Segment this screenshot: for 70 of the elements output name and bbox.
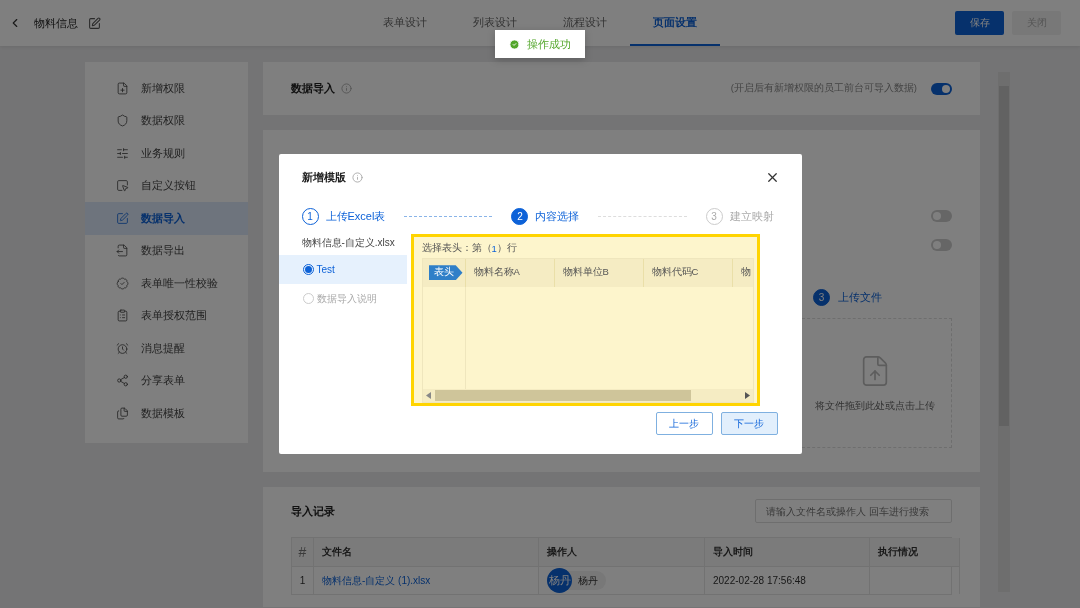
header-row-hint: 选择表头：第（1）行 — [421, 240, 518, 256]
info-icon — [341, 83, 352, 94]
step-number: 3 — [705, 207, 723, 225]
info-icon — [351, 171, 363, 183]
column-header: # — [292, 538, 314, 566]
toggle-switch[interactable] — [931, 82, 952, 95]
sidebar-item[interactable]: 消息提醒 — [85, 332, 248, 365]
pointer-icon — [116, 179, 129, 193]
horizontal-scrollbar[interactable] — [422, 389, 753, 402]
sidebar-item[interactable]: 业务规则 — [85, 137, 248, 170]
user-name: 杨丹 — [578, 573, 598, 588]
avatar: 杨丹 — [547, 568, 572, 593]
check-icon — [509, 38, 520, 50]
sidebar-item[interactable]: 新增权限 — [85, 72, 248, 105]
shield-icon — [116, 114, 129, 128]
sidebar-item[interactable]: 表单授权范围 — [85, 299, 248, 332]
step-number: 1 — [301, 207, 319, 225]
step-number: 2 — [511, 207, 529, 225]
file-name: 物料信息-自定义.xlsx — [300, 236, 396, 250]
tab[interactable]: 页面设置 — [630, 0, 720, 46]
sheet-option[interactable]: Test — [278, 255, 407, 284]
tab[interactable]: 表单设计 — [360, 0, 450, 46]
column-header: 物 — [732, 258, 753, 287]
table-cell: 2022-02-28 17:56:48 — [705, 566, 870, 594]
dialog-title: 新增模版 — [301, 169, 346, 185]
sidebar-item[interactable]: 表单唯一性校验 — [85, 267, 248, 300]
sidebar-item[interactable]: 数据导入 — [85, 202, 248, 235]
column-header: 物料代码C — [643, 258, 733, 287]
header-tag: 表头 — [428, 265, 463, 281]
step-label: 内容选择 — [535, 208, 580, 224]
sliders-icon — [116, 146, 129, 160]
scroll-left-icon[interactable] — [425, 392, 431, 399]
table-cell: 1 — [292, 566, 314, 594]
column-header: 物料单位B — [554, 258, 644, 287]
pen-square-icon — [116, 211, 129, 225]
column-header: 导入时间 — [705, 538, 870, 566]
step-label: 建立映射 — [729, 208, 774, 224]
scroll-right-icon[interactable] — [744, 392, 750, 399]
export-icon — [116, 244, 129, 258]
column-header: 操作人 — [539, 538, 705, 566]
badge-check-icon — [116, 276, 129, 290]
sidebar-item[interactable]: 数据权限 — [85, 104, 248, 137]
edit-icon[interactable] — [88, 16, 101, 30]
section-title: 导入记录 — [291, 503, 335, 519]
sidebar-item[interactable]: 分享表单 — [85, 364, 248, 397]
share-icon — [116, 374, 129, 388]
search-field[interactable]: 请输入文件名或操作人 回车进行搜索 — [755, 499, 952, 523]
previous-button[interactable]: 上一步 — [655, 412, 713, 435]
clipboard-icon — [116, 309, 129, 323]
section-title: 数据导入 — [291, 81, 335, 96]
next-button[interactable]: 下一步 — [720, 412, 778, 435]
step-number: 3 — [813, 289, 830, 306]
sidebar-item[interactable]: 自定义按钮 — [85, 169, 248, 202]
page-title: 物料信息 — [34, 15, 78, 31]
file-plus-icon — [116, 81, 129, 95]
alarm-clock-icon — [116, 341, 129, 355]
step-label: 上传文件 — [838, 290, 882, 305]
save-button[interactable]: 保存 — [955, 11, 1004, 35]
column-header: 物料名称A — [465, 258, 555, 287]
sidebar-item[interactable]: 数据模板 — [85, 397, 248, 430]
step-label: 上传Excel表 — [325, 208, 386, 224]
toggle-switch[interactable] — [931, 239, 952, 251]
file-link[interactable]: 物料信息-自定义 (1).xlsx — [322, 573, 431, 588]
column-header: 执行情况 — [870, 538, 960, 566]
sidebar-item[interactable]: 数据导出 — [85, 234, 248, 267]
sheet-option[interactable]: 数据导入说明 — [278, 284, 407, 313]
toast-message: 操作成功 — [527, 36, 571, 52]
column-header: 文件名 — [314, 538, 539, 566]
toggle-switch[interactable] — [931, 210, 952, 222]
files-icon — [116, 406, 129, 420]
